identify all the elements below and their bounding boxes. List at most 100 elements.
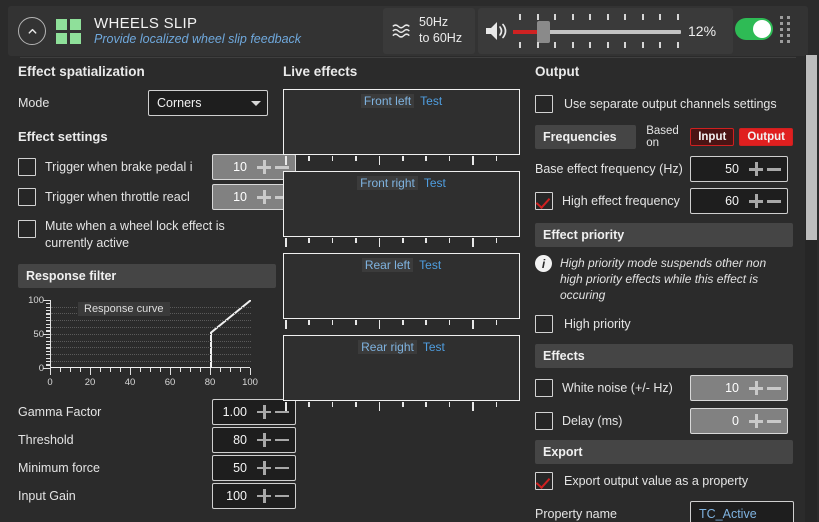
drag-dots-icon[interactable] — [780, 16, 790, 43]
slider-tick — [641, 14, 644, 20]
white-noise-stepper[interactable]: 10 — [690, 375, 788, 402]
increment-icon[interactable] — [255, 459, 273, 477]
chart-xtick — [120, 367, 122, 372]
scrollbar-thumb[interactable] — [806, 55, 817, 240]
white-noise-label: White noise (+/- Hz) — [562, 381, 673, 396]
effect-enable-toggle[interactable] — [735, 18, 773, 40]
live-effect-tick — [355, 238, 357, 243]
delay-checkbox[interactable] — [535, 412, 553, 431]
chart-xtick — [70, 367, 72, 372]
live-effect-tick — [472, 402, 474, 411]
live-effect-test-button[interactable]: Test — [423, 340, 445, 354]
delay-row: Delay (ms) 0 — [535, 405, 793, 438]
decrement-icon[interactable] — [765, 160, 783, 178]
slider-fill — [513, 30, 539, 34]
high-priority-checkbox[interactable] — [535, 314, 553, 333]
decrement-icon[interactable] — [273, 459, 291, 477]
live-effect-tick — [308, 402, 310, 407]
vertical-scrollbar[interactable] — [805, 55, 817, 522]
response-field-stepper[interactable]: 80 — [212, 426, 296, 453]
based-on-output-button[interactable]: Output — [739, 128, 793, 146]
mute-checkbox[interactable] — [18, 220, 36, 238]
export-property-checkbox[interactable] — [535, 471, 553, 490]
chart-ytick — [46, 340, 50, 342]
speaker-icon[interactable] — [484, 20, 508, 42]
slider-thumb[interactable] — [537, 21, 550, 43]
chart-ytick — [46, 337, 50, 339]
live-effect-test-button[interactable]: Test — [420, 94, 442, 108]
base-frequency-value: 50 — [725, 162, 739, 176]
response-field-row: Threshold 80 — [18, 426, 296, 454]
chart-xtick — [160, 367, 162, 372]
increment-icon[interactable] — [747, 160, 765, 178]
live-effect-name: Front left — [360, 94, 415, 108]
dot — [787, 34, 790, 37]
slider-tick — [589, 14, 591, 20]
decrement-icon[interactable] — [765, 412, 783, 430]
high-frequency-checkbox[interactable] — [535, 192, 553, 210]
increment-icon[interactable] — [747, 379, 765, 397]
volume-control: 12% — [478, 8, 733, 54]
delay-stepper[interactable]: 0 — [690, 408, 788, 435]
chart-xtick — [60, 367, 62, 372]
brake-trigger-checkbox[interactable] — [18, 158, 36, 176]
chart-ytick — [46, 320, 50, 322]
separate-channels-checkbox[interactable] — [535, 95, 553, 113]
throttle-trigger-checkbox[interactable] — [18, 188, 36, 206]
high-frequency-stepper[interactable]: 60 — [690, 188, 788, 214]
increment-icon[interactable] — [255, 188, 273, 206]
chart-gridline — [51, 360, 251, 362]
throttle-threshold-value: 10 — [233, 190, 247, 204]
response-curve-chart: Response curve 0 50 100 0 20 40 60 80 100 — [18, 295, 276, 388]
live-effect-panel: Rear left Test — [283, 253, 520, 329]
response-field-label: Minimum force — [18, 460, 100, 475]
property-name-label: Property name — [535, 506, 617, 521]
slider-tick — [641, 42, 644, 48]
decrement-icon[interactable] — [273, 487, 291, 505]
increment-icon[interactable] — [255, 158, 273, 176]
property-name-input[interactable]: TC_Active — [690, 500, 794, 522]
frequency-range-display[interactable]: 50Hz to 60Hz — [383, 8, 475, 54]
grid-2x2-icon[interactable] — [56, 18, 81, 44]
chart-title: Response curve — [78, 301, 170, 316]
chart-ytick-label: 50 — [33, 328, 44, 340]
live-effect-caption: Front right Test — [283, 176, 520, 190]
waves-icon — [392, 24, 410, 38]
increment-icon[interactable] — [255, 403, 273, 421]
volume-slider[interactable] — [513, 11, 681, 51]
chart-xtick — [90, 367, 92, 375]
priority-note-row: i High priority mode suspends other non … — [535, 255, 793, 304]
chart-xtick — [220, 367, 222, 372]
live-effect-tick — [402, 402, 404, 407]
based-on-input-button[interactable]: Input — [690, 128, 735, 146]
dot — [787, 28, 790, 31]
response-field-value: 80 — [233, 432, 247, 447]
live-effect-test-button[interactable]: Test — [419, 258, 441, 272]
response-field-stepper[interactable]: 50 — [212, 454, 296, 481]
increment-icon[interactable] — [747, 412, 765, 430]
live-effect-ticks — [283, 238, 520, 247]
page-title: WHEELS SLIP — [94, 14, 198, 32]
increment-icon[interactable] — [255, 487, 273, 505]
white-noise-checkbox[interactable] — [535, 379, 553, 398]
chart-xtick-label: 60 — [164, 376, 176, 388]
chart-ytick — [46, 313, 50, 315]
increment-icon[interactable] — [747, 192, 765, 210]
chart-xtick — [80, 367, 82, 372]
mode-dropdown[interactable]: Corners — [148, 90, 268, 116]
chart-ytick — [46, 354, 50, 356]
increment-icon[interactable] — [255, 431, 273, 449]
base-frequency-stepper[interactable]: 50 — [690, 156, 788, 182]
decrement-icon[interactable] — [765, 379, 783, 397]
decrement-icon[interactable] — [765, 192, 783, 210]
section-frequencies: Frequencies — [535, 125, 637, 149]
white-noise-row: White noise (+/- Hz) 10 — [535, 372, 793, 405]
decrement-icon[interactable] — [273, 431, 291, 449]
section-export: Export — [535, 439, 793, 464]
chart-ytick — [46, 350, 50, 352]
grid-cell — [70, 32, 81, 44]
chevron-up-icon[interactable] — [18, 17, 46, 45]
chart-xtick-label: 0 — [47, 376, 53, 388]
live-effect-test-button[interactable]: Test — [424, 176, 446, 190]
response-field-stepper[interactable]: 100 — [212, 482, 296, 509]
